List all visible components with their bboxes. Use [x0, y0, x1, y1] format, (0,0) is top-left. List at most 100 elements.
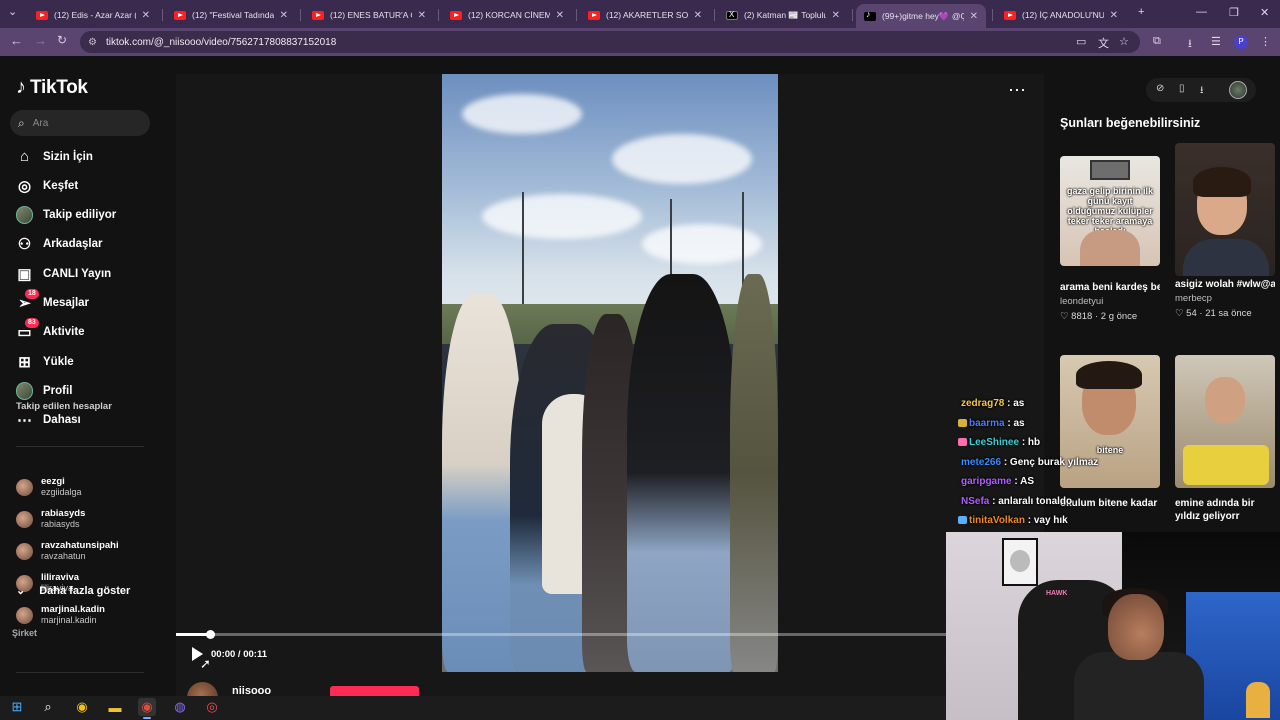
- recommend-card[interactable]: emine adında bir: [1175, 355, 1275, 511]
- browser-tab[interactable]: (99+)gitme hey💜 @Çağ ✕: [856, 4, 986, 28]
- minimize-icon[interactable]: —: [1196, 6, 1207, 18]
- nav-item[interactable]: ⚇ Arkadaşlar: [16, 236, 103, 254]
- avatar-icon: [16, 381, 33, 400]
- chrome-menu-icon[interactable]: ⋮: [1260, 35, 1271, 48]
- nav-item[interactable]: ⊞ Yükle: [16, 353, 73, 371]
- extensions-icon[interactable]: ⧉: [1153, 35, 1161, 48]
- following-header: Takip edilen hesaplar: [16, 401, 112, 412]
- browser-tab[interactable]: (12) KORCAN CİNEMRE E ✕: [442, 4, 572, 26]
- browser-tab[interactable]: (12) "Festival Tadında Vid ✕: [166, 4, 296, 26]
- recommend-card[interactable]: bitene okulum bitene kadar ders: [1060, 355, 1160, 511]
- recommend-user[interactable]: merbecp: [1175, 293, 1275, 304]
- recommend-caption-line2: yıldız geliyorr: [1175, 511, 1240, 522]
- bookmark-star-icon[interactable]: ☆: [1119, 35, 1129, 48]
- close-tab-icon[interactable]: ✕: [694, 10, 702, 21]
- nav-item[interactable]: ▭ 83 Aktivite: [16, 317, 85, 341]
- nav-item[interactable]: Takip ediliyor: [16, 206, 116, 225]
- recommend-caption: arama beni kardeş ben gelmicem...: [1060, 282, 1160, 293]
- forward-icon[interactable]: →: [34, 33, 47, 48]
- company-link[interactable]: Şirket: [12, 628, 37, 638]
- chair-logo: HAWK: [1046, 590, 1068, 597]
- progress-knob[interactable]: [205, 630, 215, 639]
- new-tab-icon[interactable]: +: [1138, 6, 1144, 18]
- following-account[interactable]: ravzahatunsipahi ravzahatun: [16, 540, 119, 562]
- browser-tab[interactable]: (12) ENES BATUR'A GERÇ ✕: [304, 4, 434, 26]
- file-explorer-icon[interactable]: ▬: [106, 698, 124, 716]
- browser-tab[interactable]: (12) Edis - Azar Azar (Offi ✕: [28, 4, 158, 26]
- chat-text: : as: [1007, 418, 1025, 429]
- reading-list-icon[interactable]: ☰: [1211, 35, 1221, 48]
- following-account[interactable]: eezgi ezgiidalga: [16, 476, 82, 498]
- profile-avatar[interactable]: P: [1234, 35, 1248, 49]
- nav-item[interactable]: Profil: [16, 381, 72, 400]
- obs-icon[interactable]: ◎: [203, 698, 221, 716]
- sidebar-divider: [16, 446, 144, 447]
- account-username: rabiasyds: [41, 519, 80, 529]
- nav-item[interactable]: ▣ CANLI Yayın: [16, 265, 111, 283]
- send-icon: ➢ 18: [16, 288, 39, 312]
- browser-tab[interactable]: (12) AKARETLER SOKO LE ✕: [580, 4, 710, 26]
- following-account[interactable]: marjinal.kadin marjinal.kadin: [16, 604, 105, 626]
- time-display: 00:00 / 00:11: [211, 649, 267, 660]
- discord-icon[interactable]: ◍: [171, 698, 189, 716]
- nav-label: Arkadaşlar: [43, 238, 103, 251]
- close-tab-icon[interactable]: ✕: [280, 10, 288, 21]
- reload-icon[interactable]: ↻: [57, 33, 67, 47]
- chat-text: : Genç burak yılmaz: [1003, 457, 1099, 468]
- url-text: tiktok.com/@_niisooo/video/7562717808837…: [105, 36, 337, 48]
- thumbnail-caption: bitene: [1096, 445, 1124, 455]
- site-info-icon[interactable]: ⚙: [88, 37, 97, 48]
- downloads-icon[interactable]: ⭳: [1188, 35, 1192, 54]
- chrome-active-app-icon[interactable]: ◉: [138, 698, 156, 716]
- nav-label: Dahası: [43, 414, 81, 427]
- restore-icon[interactable]: ❐: [1229, 6, 1239, 19]
- more-options-icon[interactable]: ⋯: [1008, 80, 1027, 101]
- back-icon[interactable]: ←: [10, 33, 23, 48]
- video-player[interactable]: [442, 74, 778, 672]
- chat-username: zedrag78: [961, 398, 1005, 409]
- taskbar-search-icon[interactable]: ⌕: [39, 698, 57, 716]
- windows-start-icon[interactable]: ⊞: [8, 698, 26, 716]
- nav-item[interactable]: ⋯ Dahası: [16, 412, 81, 429]
- address-bar[interactable]: ⚙ tiktok.com/@_niisooo/video/75627178088…: [80, 31, 1140, 53]
- progress-bar[interactable]: [176, 630, 946, 639]
- coin-icon[interactable]: ⊘: [1156, 83, 1164, 94]
- nav-item[interactable]: ◎ Keşfet: [16, 177, 78, 195]
- user-avatar[interactable]: [1229, 81, 1247, 99]
- recommend-user[interactable]: leondetyui: [1060, 296, 1160, 307]
- tab-search-icon[interactable]: ⌄: [8, 5, 17, 18]
- nav-item[interactable]: ➢ 18 Mesajlar: [16, 288, 89, 312]
- recommend-thumbnail[interactable]: [1175, 355, 1275, 488]
- chat-message: garipgame : AS: [961, 476, 1034, 487]
- nav-item[interactable]: ⌂ Sizin İçin: [16, 148, 93, 165]
- close-tab-icon[interactable]: ✕: [418, 10, 426, 21]
- following-account[interactable]: rabiasyds rabiasyds: [16, 508, 85, 530]
- close-tab-icon[interactable]: ✕: [1110, 10, 1118, 21]
- recommend-card[interactable]: gaza gelip birinin ilk günü kayıt olduğu…: [1060, 156, 1160, 322]
- account-name: eezgi: [41, 476, 65, 487]
- recommend-thumbnail[interactable]: [1175, 143, 1275, 276]
- browser-tab[interactable]: (2) Katman 📰 Topluluk / ✕: [718, 4, 848, 26]
- follow-button[interactable]: [330, 686, 419, 696]
- close-window-icon[interactable]: ✕: [1260, 6, 1269, 19]
- friends-icon: ⚇: [17, 236, 32, 254]
- search-input[interactable]: ⌕ Ara: [10, 110, 150, 136]
- chrome-app-icon[interactable]: ◉: [73, 698, 91, 716]
- show-more-button[interactable]: ⌄ Daha fazla göster: [16, 584, 130, 598]
- recommend-thumbnail[interactable]: gaza gelip birinin ilk günü kayıt olduğu…: [1060, 156, 1160, 266]
- recommend-card[interactable]: asigiz wolah #wlw@asliihira @e... merbec…: [1175, 143, 1275, 319]
- cast-icon[interactable]: ▭: [1076, 35, 1086, 48]
- translate-icon[interactable]: 文: [1098, 35, 1109, 51]
- recommend-thumbnail[interactable]: bitene: [1060, 355, 1160, 488]
- download-icon[interactable]: ⭳: [1200, 83, 1204, 100]
- close-tab-icon[interactable]: ✕: [142, 10, 150, 21]
- tiktok-logo[interactable]: ♪ TikTok: [16, 76, 88, 99]
- close-tab-icon[interactable]: ✕: [556, 10, 564, 21]
- chat-username: baarma: [969, 418, 1005, 429]
- close-tab-icon[interactable]: ✕: [832, 10, 840, 21]
- close-tab-icon[interactable]: ✕: [970, 11, 978, 22]
- heart-icon: ♡: [1175, 308, 1184, 319]
- device-icon[interactable]: ▯: [1179, 83, 1185, 94]
- browser-tab[interactable]: (12) İÇ ANADOLU'NUN E ✕: [996, 4, 1126, 26]
- tab-separator: [300, 9, 301, 21]
